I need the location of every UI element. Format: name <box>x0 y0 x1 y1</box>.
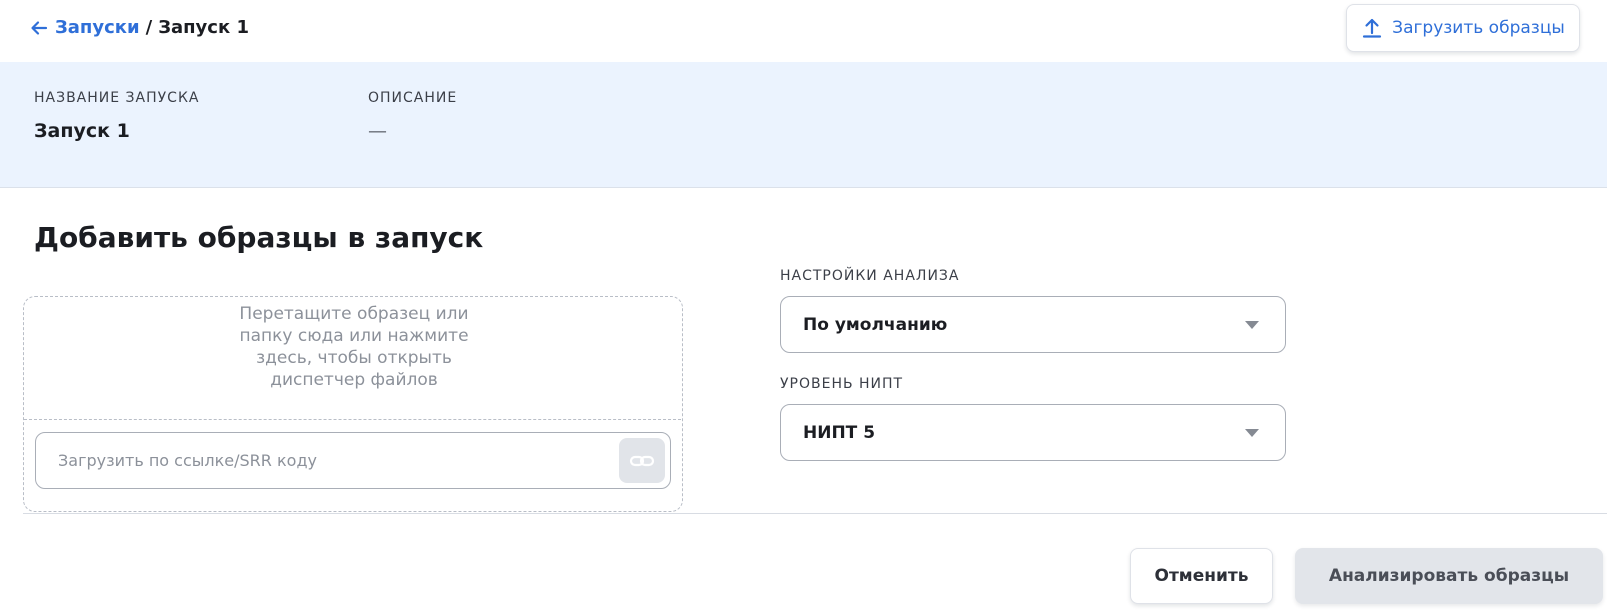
breadcrumb-runs-link[interactable]: Запуски <box>55 17 140 39</box>
footer-divider <box>23 513 1607 514</box>
nipt-level-select[interactable]: НИПТ 5 <box>780 404 1286 461</box>
upload-icon <box>1363 18 1382 38</box>
top-bar: Запуски / Запуск 1 Загрузить образцы <box>0 0 1607 62</box>
run-description-label: ОПИСАНИЕ <box>368 90 458 106</box>
upload-samples-label: Загрузить образцы <box>1392 18 1565 38</box>
run-info-panel: НАЗВАНИЕ ЗАПУСКА Запуск 1 ОПИСАНИЕ — <box>0 62 1607 188</box>
link-submit-button[interactable] <box>619 438 665 483</box>
run-description-value: — <box>368 120 387 142</box>
analysis-settings-value: По умолчанию <box>803 315 948 335</box>
chevron-down-icon <box>1245 321 1259 329</box>
run-description-block: ОПИСАНИЕ — <box>368 89 457 143</box>
nipt-level-value: НИПТ 5 <box>803 423 876 443</box>
add-samples-title: Добавить образцы в запуск <box>34 221 484 254</box>
nipt-level-label: УРОВЕНЬ НИПТ <box>780 376 904 392</box>
analyze-samples-button[interactable]: Анализировать образцы <box>1295 548 1603 604</box>
link-icon <box>629 455 655 466</box>
run-page: Запуски / Запуск 1 Загрузить образцы НАЗ… <box>0 0 1607 610</box>
upload-samples-button[interactable]: Загрузить образцы <box>1346 4 1580 52</box>
run-name-block: НАЗВАНИЕ ЗАПУСКА Запуск 1 <box>34 89 199 143</box>
dropzone-text-area[interactable]: Перетащите образец или папку сюда или на… <box>24 303 684 413</box>
analysis-settings-label: НАСТРОЙКИ АНАЛИЗА <box>780 268 960 284</box>
breadcrumb: Запуски / Запуск 1 <box>30 17 249 39</box>
cancel-button[interactable]: Отменить <box>1130 548 1273 604</box>
link-srr-input[interactable] <box>36 433 616 488</box>
dropzone-text: Перетащите образец или папку сюда или на… <box>239 304 469 390</box>
breadcrumb-separator: / <box>145 17 153 38</box>
link-input-container <box>35 432 671 489</box>
dropzone-divider <box>24 419 681 420</box>
arrow-left-icon[interactable] <box>30 19 48 37</box>
analysis-settings-select[interactable]: По умолчанию <box>780 296 1286 353</box>
breadcrumb-current: Запуск 1 <box>158 17 249 38</box>
chevron-down-icon <box>1245 429 1259 437</box>
file-dropzone[interactable]: Перетащите образец или папку сюда или на… <box>23 296 683 512</box>
run-name-value: Запуск 1 <box>34 120 130 142</box>
run-name-label: НАЗВАНИЕ ЗАПУСКА <box>34 90 200 106</box>
